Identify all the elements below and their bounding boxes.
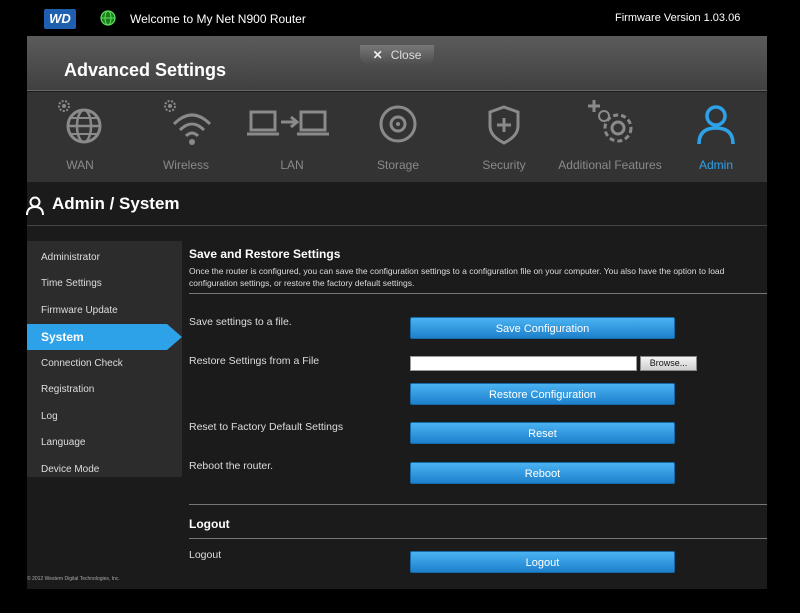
- restore-configuration-button[interactable]: Restore Configuration: [410, 383, 675, 405]
- sidebar-item-registration[interactable]: Registration: [27, 377, 182, 403]
- nav-item-admin[interactable]: Admin: [663, 92, 769, 182]
- admin-user-icon: [697, 105, 735, 145]
- lan-laptops-icon: [247, 110, 329, 136]
- category-nav: WAN Wireless LAN Storage Security Additi…: [27, 92, 767, 182]
- copyright-text: © 2012 Western Digital Technologies, Inc…: [27, 576, 120, 582]
- sidebar-item-time-settings[interactable]: Time Settings: [27, 271, 182, 297]
- globe-gear-icon: [58, 100, 102, 144]
- welcome-text: Welcome to My Net N900 Router: [130, 12, 306, 26]
- nav-label-additional-features: Additional Features: [558, 158, 662, 172]
- nav-label-wireless: Wireless: [162, 158, 209, 172]
- save-restore-description: Once the router is configured, you can s…: [189, 266, 725, 288]
- page-header: Admin / System: [27, 182, 767, 226]
- sidebar-item-language[interactable]: Language: [27, 430, 182, 456]
- nav-item-lan[interactable]: LAN: [239, 92, 345, 182]
- save-restore-title: Save and Restore Settings: [189, 247, 341, 261]
- nav-item-wireless[interactable]: Wireless: [133, 92, 239, 182]
- logout-label: Logout: [189, 549, 222, 561]
- nav-item-security[interactable]: Security: [451, 92, 557, 182]
- close-button[interactable]: ✕ Close: [360, 45, 434, 65]
- sidebar-item-firmware-update[interactable]: Firmware Update: [27, 298, 182, 324]
- shield-icon: [488, 105, 520, 145]
- close-icon: ✕: [372, 48, 383, 62]
- save-configuration-button[interactable]: Save Configuration: [410, 317, 675, 339]
- reset-button[interactable]: Reset: [410, 422, 675, 444]
- divider: [189, 538, 767, 539]
- restore-file-input[interactable]: [410, 356, 637, 371]
- sidebar: Administrator Time Settings Firmware Upd…: [27, 241, 182, 477]
- wd-logo: WD: [44, 9, 76, 29]
- advanced-settings-panel: Advanced Settings ✕ Close WAN Wireless L…: [27, 36, 767, 589]
- nav-label-admin: Admin: [698, 158, 733, 172]
- divider: [189, 293, 767, 294]
- restore-settings-label: Restore Settings from a File: [189, 355, 320, 367]
- gears-plus-icon: [588, 100, 633, 143]
- globe-icon: [100, 10, 116, 26]
- nav-label-security: Security: [482, 158, 526, 172]
- sidebar-item-system[interactable]: System: [27, 324, 182, 350]
- sidebar-item-log[interactable]: Log: [27, 404, 182, 430]
- page-title: Admin / System: [52, 194, 180, 213]
- divider: [189, 504, 767, 505]
- nav-label-lan: LAN: [280, 158, 304, 172]
- nav-label-wan: WAN: [66, 158, 94, 172]
- advanced-settings-header: Advanced Settings ✕ Close: [27, 36, 767, 91]
- nav-label-storage: Storage: [376, 158, 420, 172]
- reset-factory-label: Reset to Factory Default Settings: [189, 421, 344, 433]
- sidebar-item-device-mode[interactable]: Device Mode: [27, 457, 182, 483]
- sidebar-item-administrator[interactable]: Administrator: [27, 245, 182, 271]
- nav-item-wan[interactable]: WAN: [27, 92, 133, 182]
- logout-title: Logout: [189, 517, 230, 531]
- logout-button[interactable]: Logout: [410, 551, 675, 573]
- browse-button[interactable]: Browse...: [640, 356, 697, 371]
- close-label: Close: [390, 48, 422, 62]
- reboot-button[interactable]: Reboot: [410, 462, 675, 484]
- save-settings-label: Save settings to a file.: [189, 316, 292, 328]
- nav-item-additional-features[interactable]: Additional Features: [557, 92, 663, 182]
- sidebar-item-connection-check[interactable]: Connection Check: [27, 351, 182, 377]
- firmware-version: Firmware Version 1.03.06: [615, 12, 741, 24]
- user-icon: [26, 196, 44, 216]
- top-bar: WD Welcome to My Net N900 Router Firmwar…: [0, 0, 800, 36]
- advanced-settings-title: Advanced Settings: [64, 60, 227, 80]
- nav-item-storage[interactable]: Storage: [345, 92, 451, 182]
- wifi-gear-icon: [164, 100, 212, 145]
- reboot-label: Reboot the router.: [189, 460, 274, 472]
- disk-icon: [379, 105, 417, 143]
